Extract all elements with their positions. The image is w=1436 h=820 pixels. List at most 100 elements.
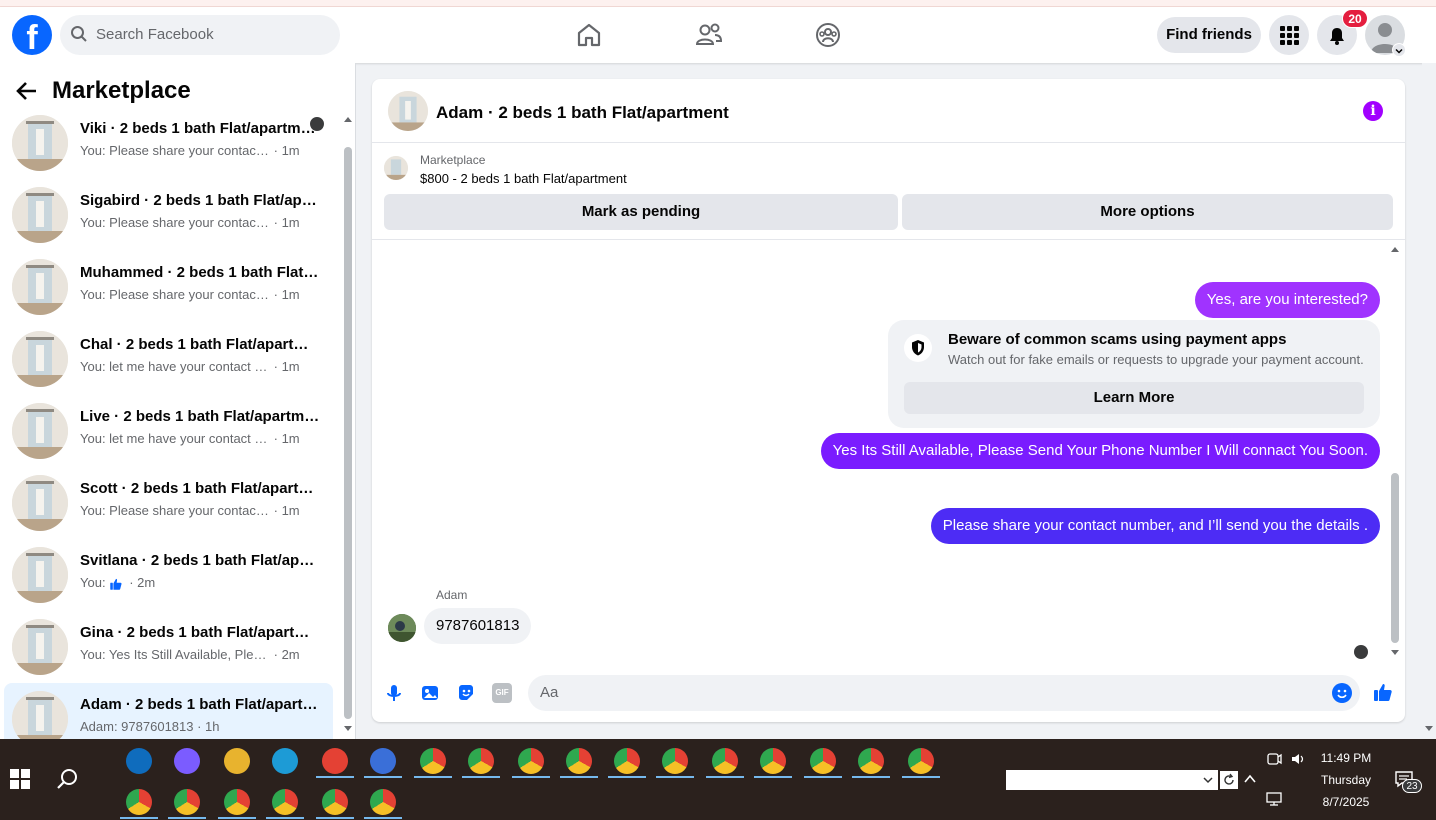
scam-warning-title: Beware of common scams using payment app… [948,331,1287,348]
active-app-indicator [120,817,158,819]
menu-button[interactable] [1269,15,1309,55]
active-app-indicator [168,817,206,819]
conversation-name: Svitlana · 2 beds 1 bath Flat/apartment [80,552,320,569]
sender-avatar[interactable] [388,614,416,642]
microphone-icon[interactable] [384,683,404,703]
listing-summary: Marketplace $800 - 2 beds 1 bath Flat/ap… [372,144,1405,240]
info-icon[interactable]: i [1363,101,1383,121]
conversation-name: Adam · 2 beds 1 bath Flat/apartment [80,696,320,713]
search-bar[interactable]: Search Facebook [60,15,340,55]
preview-text: You: let me have your contact number [80,359,270,374]
meet-now-icon[interactable] [1266,751,1282,767]
chrome-profile-icon[interactable] [518,748,544,774]
active-app-indicator [414,776,452,778]
taskbar-search-icon[interactable] [56,767,80,791]
chrome-icon[interactable] [322,748,348,774]
conversation-preview: You: let me have your contact number · 1… [80,431,300,446]
notification-center-badge: 23 [1402,779,1422,793]
chrome-profile-icon[interactable] [174,789,200,815]
chrome-profile-icon[interactable] [662,748,688,774]
chrome-profile-icon[interactable] [322,789,348,815]
conversation-item[interactable]: Scott · 2 beds 1 bath Flat/apartment You:… [4,467,333,537]
clock-day[interactable]: Thursday [1311,773,1381,787]
volume-icon[interactable] [1290,751,1306,767]
windows-taskbar: 11:49 PM Thursday 8/7/2025 23 [0,739,1436,820]
listing-price-title[interactable]: $800 - 2 beds 1 bath Flat/apartment [420,171,627,186]
account-chevron-icon[interactable] [1392,43,1406,57]
active-app-indicator [316,776,354,778]
file-explorer-icon[interactable] [224,748,250,774]
edge-icon[interactable] [272,748,298,774]
paint-icon[interactable] [468,748,494,774]
conversation-item[interactable]: Gina · 2 beds 1 bath Flat/apartment You: … [4,611,333,681]
conversation-item[interactable]: Viki · 2 beds 1 bath Flat/apartment You: … [4,107,333,177]
chrome-profile-icon[interactable] [712,748,738,774]
conversation-item[interactable]: Adam · 2 beds 1 bath Flat/apartment Adam:… [4,683,333,739]
chrome-profile-icon[interactable] [420,748,446,774]
groups-icon[interactable] [812,19,844,51]
find-friends-button[interactable]: Find friends [1157,17,1261,53]
active-app-indicator [364,776,402,778]
emoji-icon[interactable] [1332,683,1352,703]
listing-thumbnail [12,619,68,675]
sent-message[interactable]: Please share your contact number, and I’… [930,508,1380,544]
chrome-profile-icon[interactable] [614,748,640,774]
top-navbar: f Search Facebook Find friends 20 [0,7,1436,63]
thumbs-up-icon[interactable] [1372,681,1394,703]
windows-start-icon[interactable] [10,769,30,789]
sent-message[interactable]: Yes, are you interested? [1194,282,1380,318]
clock-date[interactable]: 8/7/2025 [1311,795,1381,809]
learn-more-button[interactable]: Learn More [904,382,1364,414]
outlook-icon[interactable] [126,748,152,774]
conversation-preview: You: Yes Its Still Available, Please Sen… [80,647,300,662]
inbox-scrollbar[interactable] [341,113,355,739]
chrome-profile-icon[interactable] [370,789,396,815]
more-options-button[interactable]: More options [902,194,1393,230]
chat-scrollbar[interactable] [1388,243,1402,659]
chrome-profile-icon[interactable] [126,789,152,815]
sticker-icon[interactable] [456,683,476,703]
facebook-logo[interactable]: f [12,15,52,55]
conversation-item[interactable]: Svitlana · 2 beds 1 bath Flat/apartment Y… [4,539,333,609]
received-message[interactable]: 9787601813 [424,608,532,644]
message-composer: GIF Aa [372,671,1405,715]
conversation-time: · 1m [273,215,300,230]
active-app-indicator [462,776,500,778]
chrome-profile-icon[interactable] [858,748,884,774]
message-input[interactable]: Aa [528,675,1360,711]
mark-as-pending-button[interactable]: Mark as pending [384,194,898,230]
store-icon[interactable] [370,748,396,774]
refresh-icon[interactable] [1220,771,1238,789]
copilot-icon[interactable] [174,748,200,774]
chrome-profile-icon[interactable] [810,748,836,774]
network-icon[interactable] [1266,791,1282,807]
home-icon[interactable] [573,19,605,51]
sent-message[interactable]: Yes Its Still Available, Please Send You… [820,433,1380,469]
listing-mini-thumbnail[interactable] [384,156,408,180]
active-app-indicator [804,776,842,778]
conversation-time: · 2m [129,575,156,590]
conversation-item[interactable]: Chal · 2 beds 1 bath Flat/apartment You: … [4,323,333,393]
friends-icon[interactable] [693,19,725,51]
notification-count-badge: 20 [1342,9,1368,28]
chrome-profile-icon[interactable] [908,748,934,774]
preview-text: You: [80,575,106,590]
conversation-item[interactable]: Muhammed · 2 beds 1 bath Flat/apartment Y… [4,251,333,321]
chat-title[interactable]: Adam · 2 beds 1 bath Flat/apartment [436,103,729,123]
conversation-item[interactable]: Sigabird · 2 beds 1 bath Flat/apartment Y… [4,179,333,249]
listing-thumbnail [12,259,68,315]
chrome-profile-icon[interactable] [566,748,592,774]
address-dropdown[interactable] [1006,770,1218,790]
listing-thumbnail [12,475,68,531]
chrome-profile-icon[interactable] [224,789,250,815]
gif-icon[interactable]: GIF [492,683,512,703]
back-arrow-icon[interactable] [14,79,40,103]
page-scrollbar[interactable] [1422,63,1436,739]
clock-time[interactable]: 11:49 PM [1311,751,1381,765]
listing-thumbnail[interactable] [388,91,428,131]
photo-icon[interactable] [420,683,440,703]
tray-chevron-up-icon[interactable] [1243,772,1257,786]
chrome-profile-icon[interactable] [272,789,298,815]
conversation-item[interactable]: Live · 2 beds 1 bath Flat/apartment You: … [4,395,333,465]
chrome-profile-icon[interactable] [760,748,786,774]
